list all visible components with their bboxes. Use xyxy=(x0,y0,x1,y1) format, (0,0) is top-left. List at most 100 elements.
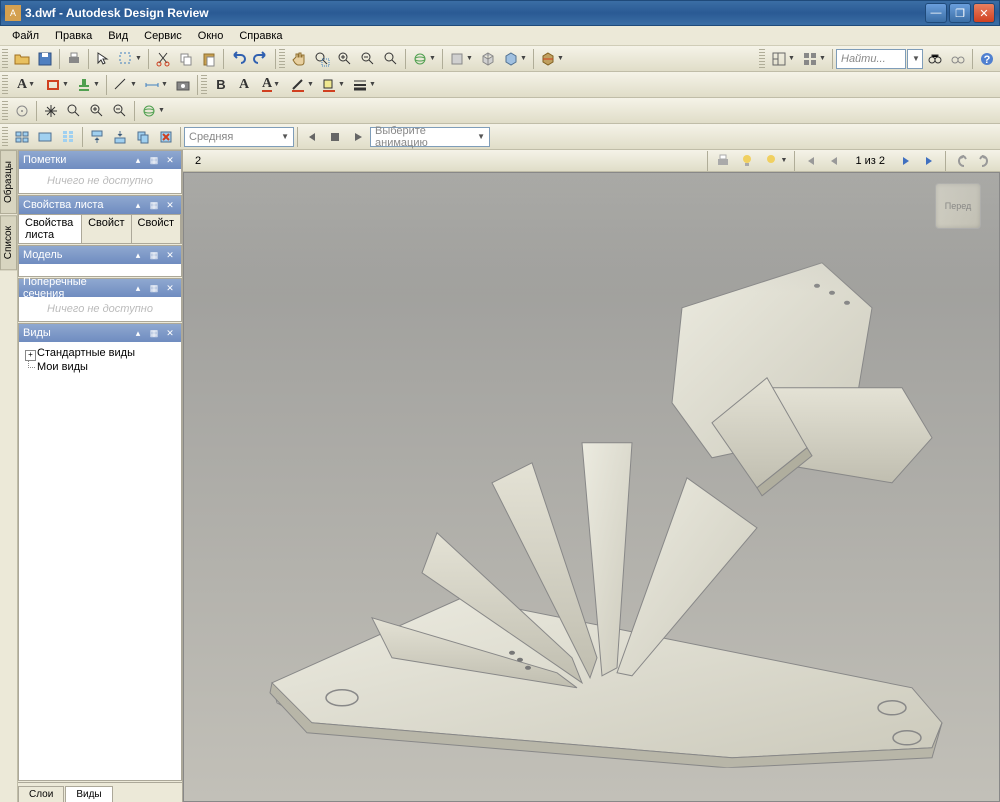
panel-sections-header[interactable]: Поперечные сечения ▴ ▦ ✕ xyxy=(19,279,181,297)
panel-notes-header[interactable]: Пометки ▴ ▦ ✕ xyxy=(19,151,181,169)
close-icon[interactable]: ✕ xyxy=(163,153,177,167)
menu-edit[interactable]: Правка xyxy=(47,28,100,44)
toolbar-grip[interactable] xyxy=(2,127,8,147)
filter-icon[interactable]: ▴ xyxy=(131,326,145,340)
toolbar-grip[interactable] xyxy=(2,75,8,95)
select-dropdown-icon[interactable]: ▼ xyxy=(115,48,145,70)
pan-icon[interactable] xyxy=(288,48,310,70)
first-page-icon[interactable] xyxy=(799,150,821,172)
menu-tools[interactable]: Сервис xyxy=(136,28,190,44)
filter-icon[interactable]: ▴ xyxy=(131,248,145,262)
move-down-icon[interactable] xyxy=(109,126,131,148)
lightbulb-icon[interactable] xyxy=(736,150,758,172)
measure-tool-icon[interactable]: ▼ xyxy=(110,74,140,96)
options-icon[interactable]: ▦ xyxy=(147,326,161,340)
close-button[interactable]: ✕ xyxy=(973,3,995,23)
grid-icon[interactable]: ▼ xyxy=(799,48,829,70)
menu-window[interactable]: Окно xyxy=(190,28,232,44)
search-dropdown[interactable]: ▼ xyxy=(907,49,923,69)
toolbar-grip[interactable] xyxy=(2,101,8,121)
options-icon[interactable]: ▦ xyxy=(147,248,161,262)
section-icon[interactable]: ▼ xyxy=(537,48,567,70)
zoom-extents-icon[interactable] xyxy=(109,100,131,122)
toolbar-grip[interactable] xyxy=(2,49,8,69)
maximize-button[interactable]: ❐ xyxy=(949,3,971,23)
side-tab-thumbnails[interactable]: Образцы xyxy=(0,150,17,214)
sheet-tab-2[interactable]: Свойст xyxy=(82,215,131,243)
pan2-icon[interactable] xyxy=(40,100,62,122)
zoom-out-icon[interactable] xyxy=(357,48,379,70)
anim-play-icon[interactable] xyxy=(347,126,369,148)
save-icon[interactable] xyxy=(34,48,56,70)
zoom-fit-icon[interactable] xyxy=(380,48,402,70)
view-cube-icon[interactable]: ▼ xyxy=(500,48,530,70)
orbit2-icon[interactable]: ▼ xyxy=(138,100,168,122)
minimize-button[interactable]: — xyxy=(925,3,947,23)
close-icon[interactable]: ✕ xyxy=(163,326,177,340)
prev-page-icon[interactable] xyxy=(823,150,845,172)
view-cube[interactable]: Перед xyxy=(935,183,981,229)
toolbar-grip[interactable] xyxy=(759,49,765,69)
anim-rewind-icon[interactable] xyxy=(301,126,323,148)
quality-combo[interactable]: Средняя▼ xyxy=(184,127,294,147)
binoculars-icon[interactable] xyxy=(924,48,946,70)
snapshot-icon[interactable] xyxy=(172,74,194,96)
zoom-window-icon[interactable] xyxy=(86,100,108,122)
line-color-icon[interactable]: ▼ xyxy=(287,74,317,96)
help-icon[interactable]: ? xyxy=(976,48,998,70)
view-front-icon[interactable]: ▼ xyxy=(446,48,476,70)
undo-icon[interactable] xyxy=(227,48,249,70)
text-tool-icon[interactable]: A▼ xyxy=(11,74,41,96)
options-icon[interactable]: ▦ xyxy=(147,198,161,212)
shape-tool-icon[interactable]: ▼ xyxy=(42,74,72,96)
redo-icon[interactable] xyxy=(250,48,272,70)
layout-icon[interactable]: ▼ xyxy=(768,48,798,70)
options-icon[interactable]: ▦ xyxy=(147,281,161,295)
toolbar-grip[interactable] xyxy=(201,75,207,95)
stamp-tool-icon[interactable]: ▼ xyxy=(73,74,103,96)
tab-layers[interactable]: Слои xyxy=(18,786,64,802)
close-icon[interactable]: ✕ xyxy=(163,198,177,212)
lightbulb-dropdown-icon[interactable]: ▼ xyxy=(760,150,790,172)
find-next-icon[interactable] xyxy=(947,48,969,70)
pointer-icon[interactable] xyxy=(92,48,114,70)
zoom-realtime-icon[interactable] xyxy=(63,100,85,122)
orbit-icon[interactable]: ▼ xyxy=(409,48,439,70)
fill-color-icon[interactable]: ▼ xyxy=(318,74,348,96)
thumbnail-icon[interactable] xyxy=(34,126,56,148)
tab-views[interactable]: Виды xyxy=(65,786,112,802)
next-page-icon[interactable] xyxy=(895,150,917,172)
animation-combo[interactable]: Выберите анимацию▼ xyxy=(370,127,490,147)
forward-icon[interactable] xyxy=(974,150,996,172)
font-size-icon[interactable]: A xyxy=(233,74,255,96)
filter-icon[interactable]: ▴ xyxy=(131,153,145,167)
last-page-icon[interactable] xyxy=(919,150,941,172)
filter-icon[interactable]: ▴ xyxy=(131,281,145,295)
sheet-tab-3[interactable]: Свойст xyxy=(132,215,181,243)
panel-views-header[interactable]: Виды ▴ ▦ ✕ xyxy=(19,324,181,342)
cut-icon[interactable] xyxy=(152,48,174,70)
toolbar-grip[interactable] xyxy=(279,49,285,69)
delete-sheet-icon[interactable] xyxy=(155,126,177,148)
back-icon[interactable] xyxy=(950,150,972,172)
panel-sheet-header[interactable]: Свойства листа ▴ ▦ ✕ xyxy=(19,196,181,214)
dimension-icon[interactable]: ▼ xyxy=(141,74,171,96)
tree-my-views[interactable]: Мои виды xyxy=(23,360,177,374)
copy-icon[interactable] xyxy=(175,48,197,70)
search-input[interactable]: Найти... xyxy=(836,49,906,69)
menu-file[interactable]: Файл xyxy=(4,28,47,44)
viewport-3d[interactable]: Перед xyxy=(183,172,1000,802)
open-icon[interactable] xyxy=(11,48,33,70)
options-icon[interactable]: ▦ xyxy=(147,153,161,167)
view-iso-icon[interactable] xyxy=(477,48,499,70)
lineweight-icon[interactable]: ▼ xyxy=(349,74,379,96)
print-icon[interactable] xyxy=(63,48,85,70)
paste-icon[interactable] xyxy=(198,48,220,70)
arrange-icon[interactable] xyxy=(11,126,33,148)
close-icon[interactable]: ✕ xyxy=(163,281,177,295)
bold-icon[interactable]: B xyxy=(210,74,232,96)
close-icon[interactable]: ✕ xyxy=(163,248,177,262)
menu-help[interactable]: Справка xyxy=(231,28,290,44)
copy-sheet-icon[interactable] xyxy=(132,126,154,148)
small-thumb-icon[interactable] xyxy=(57,126,79,148)
